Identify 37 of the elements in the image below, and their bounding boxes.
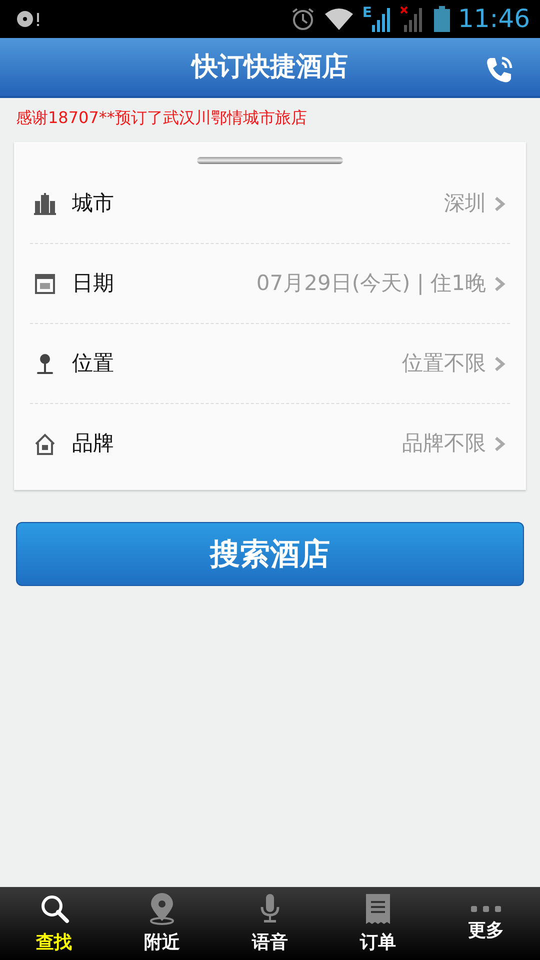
phone-icon[interactable]: [484, 54, 514, 84]
chevron-icon: [494, 196, 506, 212]
tab[interactable]: 订单: [324, 887, 432, 960]
form-row[interactable]: 城市 深圳: [30, 188, 510, 220]
row-value: 位置不限: [402, 350, 486, 377]
form-row[interactable]: 位置 位置不限: [30, 348, 510, 380]
search-hotel-button[interactable]: 搜索酒店: [16, 522, 524, 586]
tab[interactable]: 查找: [0, 887, 108, 960]
tab[interactable]: 语音: [216, 887, 324, 960]
battery-icon: [434, 6, 450, 32]
row-label: 品牌: [72, 430, 114, 458]
row-value: 07月29日(今天) | 住1晚: [256, 270, 486, 297]
more-icon: [470, 905, 502, 913]
calendar-icon: [34, 272, 56, 294]
form-row[interactable]: 日期 07月29日(今天) | 住1晚: [30, 268, 510, 300]
house-icon: [34, 433, 56, 455]
buildings-icon: [34, 192, 56, 214]
clock: 11:46: [458, 3, 530, 36]
signal-icon: [372, 6, 392, 32]
chevron-icon: [494, 276, 506, 292]
header-title: 快订快捷酒店: [192, 50, 348, 84]
chevron-icon: [494, 436, 506, 452]
row-label: 城市: [72, 190, 114, 217]
alarm-icon: [290, 6, 316, 32]
network-type: E: [362, 6, 372, 20]
pin-icon: [34, 352, 56, 374]
row-value: 深圳: [444, 190, 486, 217]
form-row[interactable]: 品牌 品牌不限: [30, 428, 510, 460]
row-label: 日期: [72, 270, 114, 297]
wifi-icon: [324, 7, 354, 31]
tab[interactable]: 更多: [432, 887, 540, 960]
row-label: 位置: [72, 350, 114, 377]
tab[interactable]: 附近: [108, 887, 216, 960]
row-value: 品牌不限: [402, 430, 486, 458]
disc-icon: [16, 9, 42, 29]
chevron-icon: [494, 356, 506, 372]
booking-notice: 感谢18707**预订了武汉川鄂情城市旅店: [15, 107, 308, 129]
